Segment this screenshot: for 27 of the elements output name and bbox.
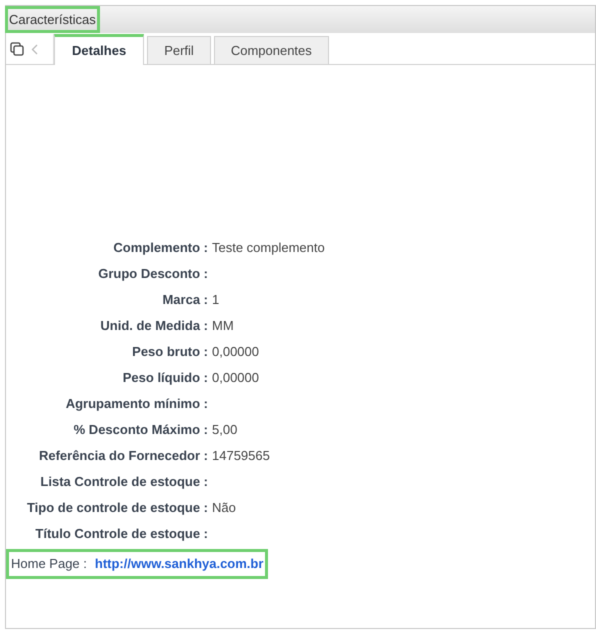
field-label: Tipo de controle de estoque :	[26, 499, 209, 518]
homepage-link[interactable]: http://www.sankhya.com.br	[94, 554, 264, 574]
copy-icon[interactable]	[10, 42, 25, 56]
field-label: Peso bruto :	[131, 343, 209, 362]
field-value: 14759565	[212, 447, 270, 466]
tab[interactable]: Componentes	[214, 36, 329, 64]
field-label: Complemento :	[112, 239, 209, 258]
field-label: Unid. de Medida :	[99, 317, 209, 336]
field-label: Título Controle de estoque :	[34, 525, 209, 544]
field-label: Lista Controle de estoque :	[39, 473, 209, 492]
tab[interactable]: Detalhes	[54, 34, 144, 65]
field-value: 0,00000	[212, 343, 259, 362]
field-label: Home Page :	[11, 555, 87, 574]
field-label: Grupo Desconto :	[97, 265, 209, 284]
field-value: MM	[212, 317, 234, 336]
field-value: 0,00000	[212, 369, 259, 388]
field-label: Marca :	[161, 291, 209, 310]
field-value: 5,00	[212, 421, 238, 440]
field-value: Teste complemento	[212, 239, 325, 258]
field-label: Referência do Fornecedor :	[38, 447, 209, 466]
field-value: Não	[212, 499, 236, 518]
field-label: Peso líquido :	[122, 369, 209, 388]
tab[interactable]: Perfil	[147, 36, 211, 64]
panel-title: Características	[6, 6, 99, 32]
field-label: % Desconto Máximo :	[72, 421, 209, 440]
field-value: 1	[212, 291, 220, 310]
field-label: Agrupamento mínimo :	[64, 395, 209, 414]
